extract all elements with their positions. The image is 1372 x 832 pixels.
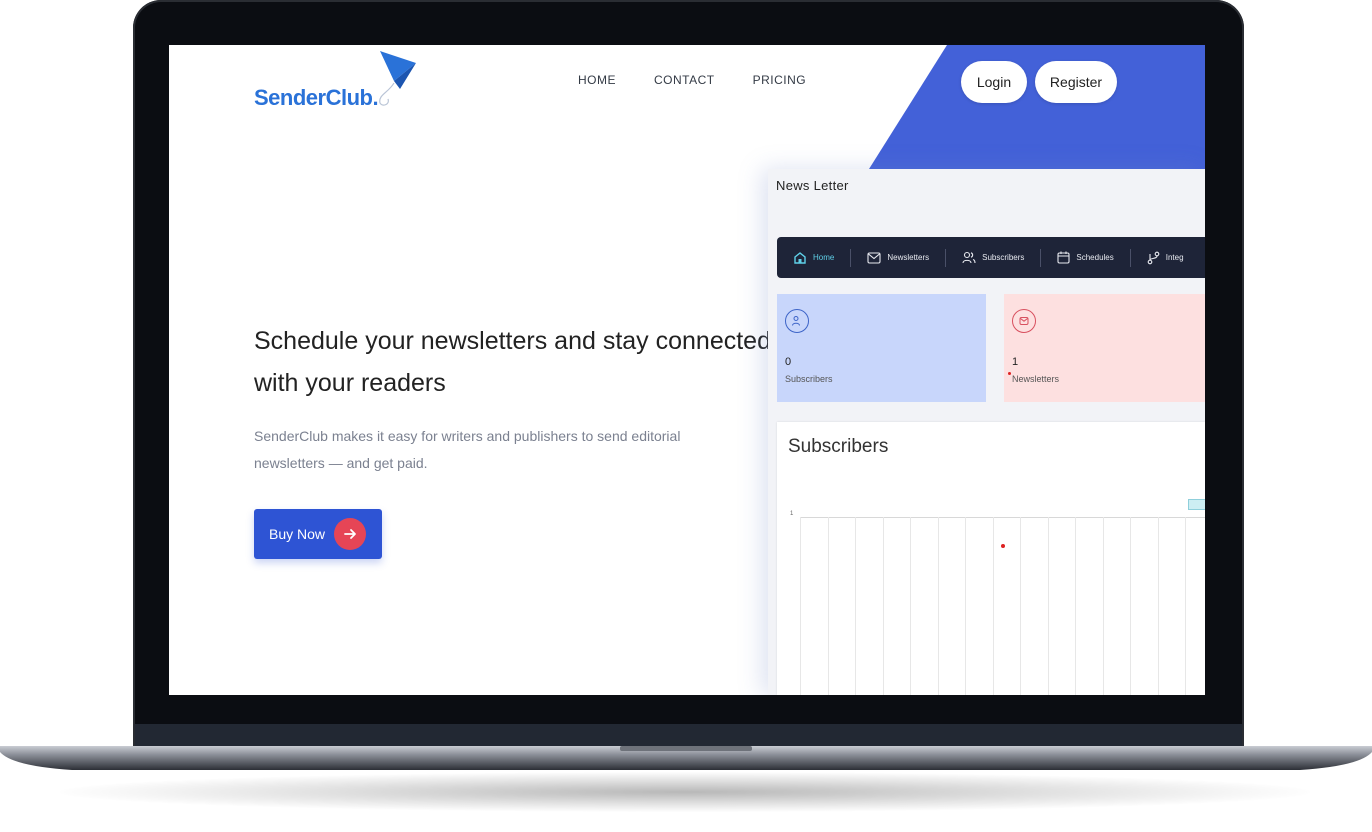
mail-icon bbox=[867, 251, 881, 264]
browser-screen: SenderClub. HOME CONTACT PRICING Login R… bbox=[169, 45, 1205, 695]
main-nav: HOME CONTACT PRICING bbox=[578, 73, 806, 87]
subscribers-count: 0 bbox=[785, 356, 792, 368]
nav-home[interactable]: HOME bbox=[578, 73, 616, 87]
hero-title: Schedule your newsletters and stay conne… bbox=[254, 327, 771, 397]
chart-point bbox=[1001, 544, 1005, 548]
subscribers-card-label: Subscribers bbox=[785, 374, 833, 384]
chart-gridline bbox=[1075, 517, 1076, 695]
laptop-shadow bbox=[60, 772, 1310, 812]
newsletters-card-label: Newsletters bbox=[1012, 374, 1060, 384]
tab-newsletters[interactable]: Newsletters bbox=[851, 248, 947, 267]
laptop-base bbox=[0, 746, 1372, 770]
hero-subtitle: SenderClub makes it easy for writers and… bbox=[254, 428, 681, 471]
tab-newsletters-label: Newsletters bbox=[887, 253, 930, 262]
chart-gridline bbox=[938, 517, 939, 695]
calendar-icon bbox=[1057, 251, 1070, 264]
home-icon bbox=[794, 251, 806, 264]
arrow-right-icon bbox=[334, 518, 366, 550]
tab-schedules-label: Schedules bbox=[1076, 253, 1114, 262]
paper-plane-icon bbox=[379, 51, 416, 106]
dashboard-tabs: Home Newsletters Subscribers Schedules I… bbox=[777, 237, 1205, 278]
senderclub-logo[interactable]: SenderClub. bbox=[254, 49, 424, 119]
y-axis-tick: 1 bbox=[790, 511, 794, 517]
users-icon bbox=[792, 316, 800, 326]
chart-gridline bbox=[1048, 517, 1049, 695]
tab-integrations[interactable]: Integ bbox=[1131, 249, 1200, 267]
chart-gridline bbox=[828, 517, 829, 695]
dashboard-preview: News Letter Home Newsletters Subscribers… bbox=[768, 169, 1205, 695]
chart-gridline bbox=[910, 517, 911, 695]
chart-gridline bbox=[1130, 517, 1131, 695]
nav-pricing[interactable]: PRICING bbox=[753, 73, 807, 87]
chart-gridline bbox=[883, 517, 884, 695]
newsletters-count: 1 bbox=[1012, 356, 1019, 368]
chart-title: Subscribers bbox=[788, 436, 889, 457]
chart-gridline bbox=[1158, 517, 1159, 695]
newsletters-card[interactable]: 1 Newsletters bbox=[1004, 294, 1205, 402]
subscribers-card[interactable]: 0 Subscribers bbox=[777, 294, 986, 402]
brand-name: SenderClub. bbox=[254, 85, 379, 110]
chart-gridline-horizontal bbox=[800, 517, 1205, 518]
newsletters-card-icon bbox=[1012, 309, 1036, 333]
tab-subscribers[interactable]: Subscribers bbox=[946, 248, 1042, 267]
tab-subscribers-label: Subscribers bbox=[982, 253, 1025, 262]
marker-dot bbox=[1008, 372, 1011, 375]
tab-schedules[interactable]: Schedules bbox=[1041, 248, 1131, 267]
mail-icon bbox=[1019, 317, 1029, 325]
subscribers-chart: Subscribers 1 bbox=[777, 422, 1205, 695]
header-accent-shape bbox=[869, 45, 1205, 169]
chart-gridline bbox=[855, 517, 856, 695]
integrations-icon bbox=[1147, 251, 1160, 264]
chart-legend-swatch bbox=[1188, 499, 1205, 510]
tab-home[interactable]: Home bbox=[777, 248, 852, 267]
nav-contact[interactable]: CONTACT bbox=[654, 73, 715, 87]
chart-gridline bbox=[800, 517, 801, 695]
chart-gridline bbox=[1103, 517, 1104, 695]
chart-gridline bbox=[1185, 517, 1186, 695]
chart-gridline bbox=[1020, 517, 1021, 695]
tab-integrations-label: Integ bbox=[1165, 253, 1184, 262]
users-icon bbox=[962, 251, 976, 264]
tab-home-label: Home bbox=[813, 253, 835, 262]
login-button[interactable]: Login bbox=[961, 61, 1027, 103]
chart-gridline bbox=[965, 517, 966, 695]
subscribers-card-icon bbox=[785, 309, 809, 333]
register-button[interactable]: Register bbox=[1035, 61, 1117, 103]
buy-now-label: Buy Now bbox=[269, 526, 326, 542]
chart-gridline bbox=[993, 517, 994, 695]
dashboard-title: News Letter bbox=[776, 178, 849, 193]
buy-now-button[interactable]: Buy Now bbox=[254, 509, 382, 559]
